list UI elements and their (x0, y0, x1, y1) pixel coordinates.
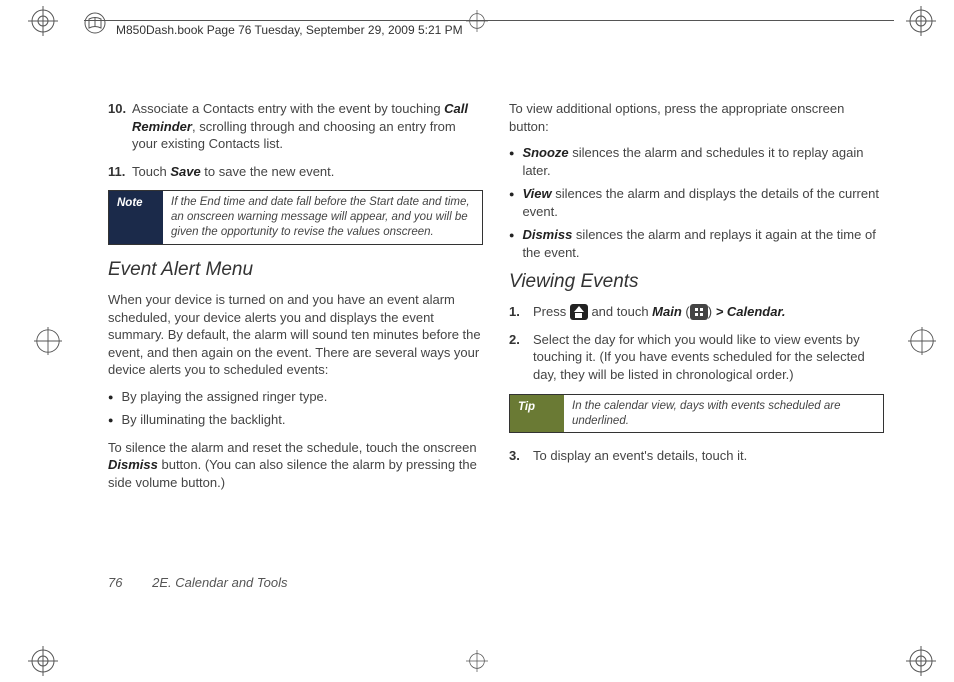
header-divider (84, 20, 894, 21)
note-box: Note If the End time and date fall befor… (108, 190, 483, 245)
page-footer: 76 2E. Calendar and Tools (108, 575, 287, 590)
note-body: If the End time and date fall before the… (163, 191, 482, 244)
crop-mark-icon (908, 327, 936, 355)
bullet-item: By playing the assigned ringer type. (108, 388, 483, 406)
step-text: Select the day for which you would like … (533, 331, 884, 384)
step-2: 2. Select the day for which you would li… (509, 331, 884, 384)
step-number: 3. (509, 447, 533, 465)
step-10: 10. Associate a Contacts entry with the … (108, 100, 483, 153)
crop-mark-icon (466, 650, 488, 672)
crop-mark-icon (34, 327, 62, 355)
crop-mark-icon (906, 646, 936, 676)
home-icon (570, 304, 588, 320)
step-number: 2. (509, 331, 533, 384)
left-column: 10. Associate a Contacts entry with the … (108, 100, 483, 622)
tip-body: In the calendar view, days with events s… (564, 395, 883, 433)
step-number: 10. (108, 100, 132, 153)
step-number: 11. (108, 163, 132, 181)
bullet-item: By illuminating the backlight. (108, 411, 483, 429)
paragraph: To silence the alarm and reset the sched… (108, 439, 483, 492)
bullet-item: Dismiss silences the alarm and replays i… (509, 226, 884, 261)
bullet-item: View silences the alarm and displays the… (509, 185, 884, 220)
note-label: Note (109, 191, 163, 244)
page-content: 10. Associate a Contacts entry with the … (108, 100, 884, 622)
right-column: To view additional options, press the ap… (509, 100, 884, 622)
section-heading-viewing-events: Viewing Events (509, 271, 884, 293)
crop-mark-icon (466, 10, 488, 32)
step-11: 11. Touch Save to save the new event. (108, 163, 483, 181)
footer-section: 2E. Calendar and Tools (152, 575, 287, 590)
step-1: 1. Press and touch Main () > Calendar. (509, 303, 884, 321)
paragraph: To view additional options, press the ap… (509, 100, 884, 135)
crop-mark-icon (28, 6, 58, 36)
page-number: 76 (108, 575, 122, 590)
tip-box: Tip In the calendar view, days with even… (509, 394, 884, 434)
grid-icon (690, 304, 708, 320)
tip-label: Tip (510, 395, 564, 433)
crop-mark-icon (906, 6, 936, 36)
step-text: Associate a Contacts entry with the even… (132, 100, 483, 153)
bullet-item: Snooze silences the alarm and schedules … (509, 144, 884, 179)
paragraph: When your device is turned on and you ha… (108, 291, 483, 379)
crop-mark-icon (28, 646, 58, 676)
header-runline: M850Dash.book Page 76 Tuesday, September… (116, 23, 463, 37)
section-heading-event-alert: Event Alert Menu (108, 259, 483, 281)
step-text: To display an event's details, touch it. (533, 447, 884, 465)
step-number: 1. (509, 303, 533, 321)
step-3: 3. To display an event's details, touch … (509, 447, 884, 465)
step-text: Touch Save to save the new event. (132, 163, 483, 181)
book-icon (84, 12, 106, 34)
step-text: Press and touch Main () > Calendar. (533, 303, 884, 321)
